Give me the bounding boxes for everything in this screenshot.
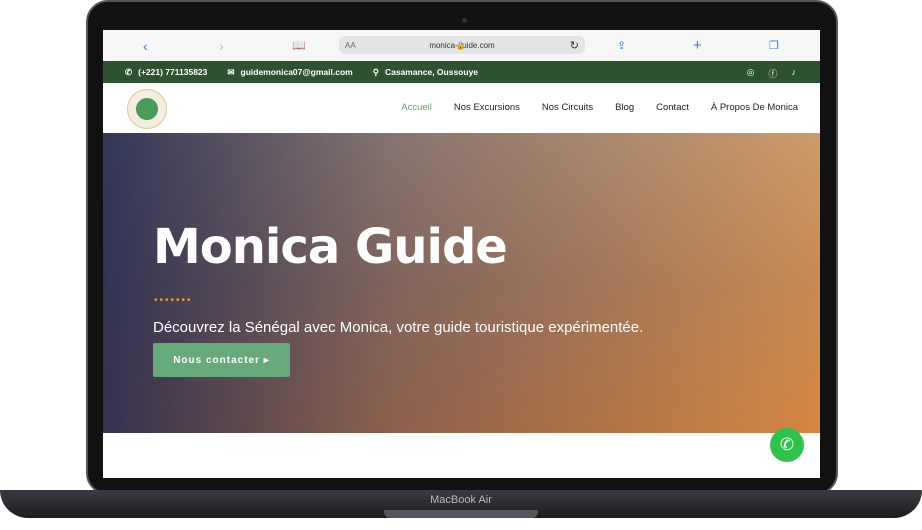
location-text: Casamance, Oussouye	[384, 67, 479, 77]
location-icon: ⚲	[372, 66, 379, 77]
whatsapp-icon[interactable]: ✆	[770, 428, 804, 462]
browser-toolbar: ‹ › 📖 AA 🔒 monica-guide.com ↻ ⇪ + ❐	[103, 30, 820, 61]
contact-button[interactable]: Nous contacter ▸	[153, 343, 290, 377]
contact-bar: ✆ (+221) 771135823 ✉ guidemonica07@gmail.c…	[103, 61, 820, 83]
nav-excursions[interactable]: Nos Excursions	[454, 102, 520, 113]
device-label: MacBook Air	[430, 494, 492, 506]
phone-icon: ✆	[125, 66, 133, 77]
main-nav: Accueil Nos Excursions Nos Circuits Blog…	[103, 83, 820, 133]
nav-blog[interactable]: Blog	[615, 102, 634, 113]
email-icon: ✉	[227, 66, 235, 77]
address-bar[interactable]: AA 🔒 monica-guide.com ↻	[339, 36, 585, 54]
laptop-notch	[384, 510, 538, 518]
site-logo[interactable]	[127, 89, 167, 129]
new-tab-icon[interactable]: +	[693, 37, 702, 54]
reload-icon[interactable]: ↻	[570, 39, 579, 52]
tiktok-icon[interactable]: ♪	[792, 67, 797, 80]
lock-icon: 🔒	[455, 40, 469, 50]
instagram-icon[interactable]: ◎	[747, 67, 755, 80]
hero-subtitle: Découvrez la Sénégal avec Monica, votre …	[153, 319, 644, 336]
nav-about[interactable]: À Propos De Monica	[711, 102, 798, 113]
reader-button[interactable]: AA	[345, 41, 356, 50]
nav-circuits[interactable]: Nos Circuits	[542, 102, 593, 113]
social-links: ◎ ⓕ ♪	[747, 67, 796, 80]
forward-icon[interactable]: ›	[219, 38, 224, 54]
nav-accueil[interactable]: Accueil	[401, 102, 432, 113]
facebook-icon[interactable]: ⓕ	[768, 67, 777, 80]
screen: ‹ › 📖 AA 🔒 monica-guide.com ↻ ⇪ + ❐ ✆ (+2…	[103, 30, 820, 478]
hero-title: Monica Guide	[153, 219, 508, 275]
back-icon[interactable]: ‹	[143, 38, 148, 54]
camera	[462, 18, 467, 23]
tabs-icon[interactable]: ❐	[769, 39, 779, 52]
hero-banner: Monica Guide ••••••• Découvrez la Sénéga…	[103, 133, 820, 433]
hero-dots: •••••••	[154, 295, 193, 306]
email-text[interactable]: guidemonica07@gmail.com	[241, 67, 353, 77]
nav-contact[interactable]: Contact	[656, 102, 689, 113]
bookmarks-icon[interactable]: 📖	[292, 39, 306, 52]
phone-text[interactable]: (+221) 771135823	[138, 67, 207, 77]
share-icon[interactable]: ⇪	[617, 39, 626, 52]
